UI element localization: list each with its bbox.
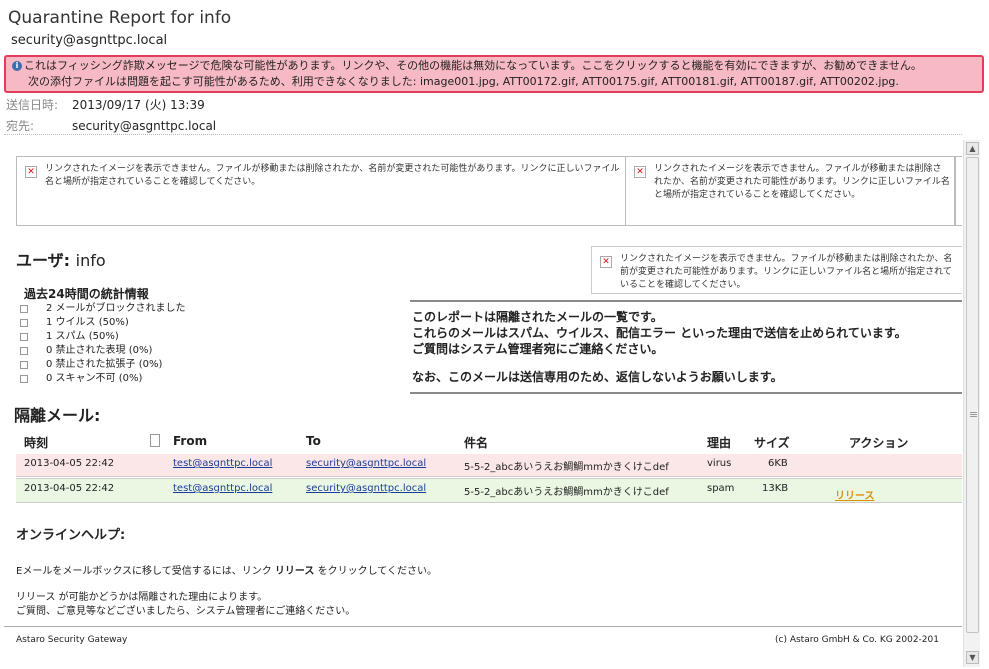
stat-text: 0 禁止された表現 (0%) <box>46 345 153 356</box>
stat-checkbox <box>20 375 28 383</box>
table-row: 2013-04-05 22:42 test@asgnttpc.local sec… <box>16 478 962 503</box>
col-action: アクション <box>849 436 909 450</box>
row-size: 6KB <box>768 458 788 469</box>
help-line: Eメールをメールボックスに移して受信するには、リンク リリース をクリックしてく… <box>16 562 437 577</box>
email-sender: security@asgnttpc.local <box>11 33 168 48</box>
notice-line: ご質問はシステム管理者宛にご連絡ください。 <box>412 342 664 356</box>
notice-line: これらのメールはスパム、ウイルス、配信エラー といった理由で送信を止められていま… <box>412 326 907 340</box>
row-from-link[interactable]: test@asgnttpc.local <box>173 483 272 494</box>
warning-line-2: 次の添付ファイルは問題を起こす可能性があるため、利用できなくなりました: ima… <box>28 75 899 88</box>
stat-item: 0 禁止された表現 (0%) <box>20 344 186 358</box>
stat-item: 2 メールがブロックされました <box>20 302 186 316</box>
broken-image-placeholder: ✕ リンクされたイメージを表示できません。ファイルが移動または削除されたか、名前… <box>591 246 962 294</box>
sent-date-value: 2013/09/17 (火) 13:39 <box>72 98 205 112</box>
notice-line: なお、このメールは送信専用のため、返信しないようお願いします。 <box>412 370 783 384</box>
row-to-link[interactable]: security@asgnttpc.local <box>306 483 426 494</box>
grip-icon <box>970 412 977 417</box>
footer-product: Astaro Security Gateway <box>16 635 128 645</box>
stats-title: 過去24時間の統計情報 <box>24 287 149 301</box>
release-link[interactable]: リリース <box>835 487 875 502</box>
footer-divider <box>4 626 962 627</box>
stat-text: 0 禁止された拡張子 (0%) <box>46 359 163 370</box>
stat-checkbox <box>20 333 28 341</box>
col-time: 時刻 <box>24 436 49 450</box>
help-heading: オンラインヘルプ: <box>16 528 126 543</box>
recipient-label: 宛先: <box>6 119 35 133</box>
stat-checkbox <box>20 319 28 327</box>
col-from: From <box>173 434 208 448</box>
row-subject: 5-5-2_abcあいうえお鯛鯛mmかきくけこdef <box>464 462 669 473</box>
help-text: Eメールをメールボックスに移して受信するには、リンク <box>16 566 275 577</box>
row-size: 13KB <box>762 483 789 494</box>
info-icon: i <box>12 61 22 71</box>
help-release-keyword: リリース <box>274 566 315 577</box>
col-subject: 件名 <box>464 436 489 450</box>
row-time: 2013-04-05 22:42 <box>24 483 115 494</box>
row-reason: virus <box>707 458 732 469</box>
table-row: 2013-04-05 22:42 test@asgnttpc.local sec… <box>16 454 962 477</box>
broken-image-placeholder-edge <box>955 156 962 226</box>
scroll-down-icon[interactable]: ▼ <box>966 651 979 664</box>
stat-item: 1 ウイルス (50%) <box>20 316 186 330</box>
row-to-link[interactable]: security@asgnttpc.local <box>306 458 426 469</box>
stat-item: 1 スパム (50%) <box>20 330 186 344</box>
col-to: To <box>306 434 321 448</box>
row-from-link[interactable]: test@asgnttpc.local <box>173 458 272 469</box>
sent-date-row: 送信日時: 2013/09/17 (火) 13:39 <box>6 96 205 113</box>
col-reason: 理由 <box>707 436 732 450</box>
report-notice: このレポートは隔離されたメールの一覧です。 これらのメールはスパム、ウイルス、配… <box>410 300 962 394</box>
email-subject: Quarantine Report for info <box>8 8 232 28</box>
user-name: info <box>75 251 106 270</box>
row-subject: 5-5-2_abcあいうえお鯛鯛mmかきくけこdef <box>464 487 669 498</box>
stat-text: 2 メールがブロックされました <box>46 303 186 314</box>
scrollbar-thumb[interactable] <box>966 157 979 633</box>
user-heading: ユーザ: info <box>16 247 106 271</box>
stat-text: 0 スキャン不可 (0%) <box>46 373 143 384</box>
quarantine-heading: 隔離メール: <box>14 406 101 425</box>
stat-item: 0 禁止された拡張子 (0%) <box>20 358 186 372</box>
col-size: サイズ <box>754 436 790 450</box>
row-time: 2013-04-05 22:42 <box>24 458 115 469</box>
stat-text: 1 ウイルス (50%) <box>46 317 129 328</box>
stats-list: 2 メールがブロックされました 1 ウイルス (50%) 1 スパム (50%)… <box>20 302 186 386</box>
stat-checkbox <box>20 305 28 313</box>
select-all-checkbox[interactable] <box>150 434 160 447</box>
stat-text: 1 スパム (50%) <box>46 331 119 342</box>
help-text: をクリックしてください。 <box>314 566 437 577</box>
help-line: ご質問、ご意見等などございましたら、システム管理者にご連絡ください。 <box>16 606 356 617</box>
broken-image-placeholder: ✕ リンクされたイメージを表示できません。ファイルが移動または削除されたか、名前… <box>625 156 955 226</box>
email-body: ✕ リンクされたイメージを表示できません。ファイルが移動または削除されたか、名前… <box>0 140 962 669</box>
user-label: ユーザ: <box>16 251 71 270</box>
broken-image-placeholder: ✕ リンクされたイメージを表示できません。ファイルが移動または削除されたか、名前… <box>16 156 626 226</box>
stat-checkbox <box>20 361 28 369</box>
sent-date-label: 送信日時: <box>6 98 59 112</box>
phishing-warning-banner[interactable]: i これはフィッシング詐欺メッセージで危険な可能性があります。リンクや、その他の機… <box>4 55 984 93</box>
broken-image-text: リンクされたイメージを表示できません。ファイルが移動または削除されたか、名前が変… <box>45 164 620 187</box>
row-reason: spam <box>707 483 735 494</box>
broken-image-text: リンクされたイメージを表示できません。ファイルが移動または削除されたか、名前が変… <box>654 164 950 200</box>
broken-image-icon: ✕ <box>634 166 646 178</box>
recipient-value: security@asgnttpc.local <box>72 119 217 133</box>
recipient-row: 宛先: security@asgnttpc.local <box>6 117 216 134</box>
header-divider <box>4 134 962 135</box>
help-line: リリース が可能かどうかは隔離された理由によります。 <box>16 592 268 603</box>
broken-image-icon: ✕ <box>600 256 612 268</box>
vertical-scrollbar[interactable]: ▲ ▼ <box>963 140 980 667</box>
warning-line-1: これはフィッシング詐欺メッセージで危険な可能性があります。リンクや、その他の機能… <box>24 59 922 72</box>
notice-line: このレポートは隔離されたメールの一覧です。 <box>412 310 663 324</box>
broken-image-text: リンクされたイメージを表示できません。ファイルが移動または削除されたか、名前が変… <box>620 254 953 290</box>
stat-item: 0 スキャン不可 (0%) <box>20 372 186 386</box>
broken-image-icon: ✕ <box>25 166 37 178</box>
stat-checkbox <box>20 347 28 355</box>
scroll-up-icon[interactable]: ▲ <box>966 142 979 155</box>
email-header: Quarantine Report for info security@asgn… <box>0 0 989 140</box>
footer-copyright: (c) Astaro GmbH & Co. KG 2002-201 <box>775 635 939 645</box>
